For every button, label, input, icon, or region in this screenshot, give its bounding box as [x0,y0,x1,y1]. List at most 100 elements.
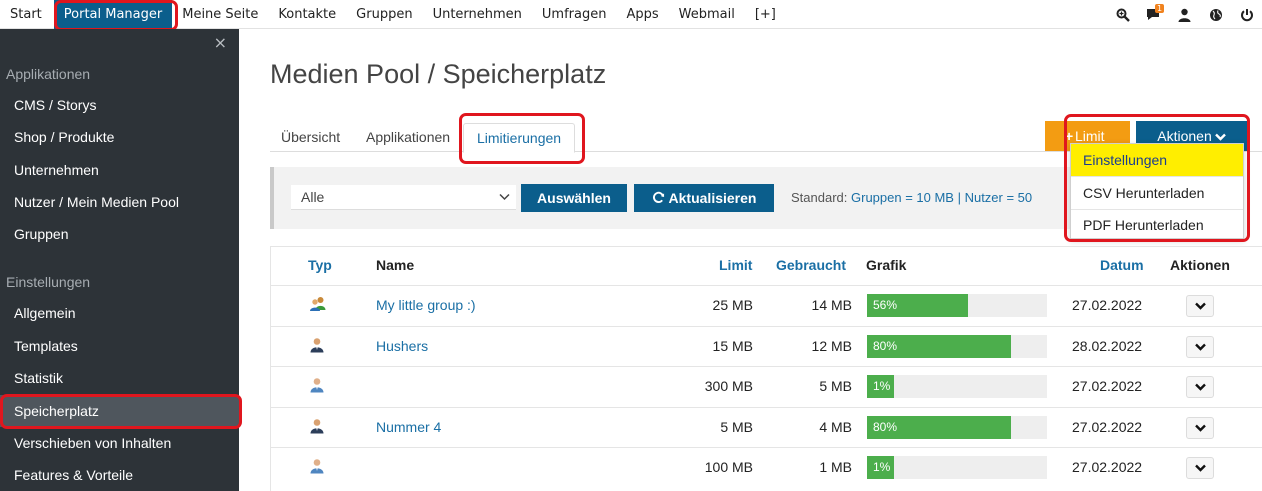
row-date: 27.02.2022 [1072,297,1143,313]
column-header-gebraucht[interactable]: Gebraucht [776,257,846,273]
chevron-down-icon [1194,464,1206,472]
column-header-limit[interactable]: Limit [719,257,752,273]
topnav-gruppen[interactable]: Gruppen [346,0,422,29]
filter-panel: Alle Auswählen Aktualisieren Standard: G… [270,167,1077,229]
sidebar-item-verschieben[interactable]: Verschieben von Inhalten [0,427,239,459]
chevron-down-icon [1194,343,1206,351]
row-name-link[interactable]: Hushers [376,327,428,367]
row-actions-button[interactable] [1186,457,1214,479]
top-icons: 1 [1107,0,1262,29]
tab-limitierungen[interactable]: Limitierungen [463,123,576,153]
aktualisieren-label: Aktualisieren [668,190,757,206]
column-header-name: Name [376,257,415,273]
sidebar-item-allgemein[interactable]: Allgemein [0,297,239,329]
auswaehlen-label: Auswählen [537,190,611,206]
power-icon[interactable] [1231,0,1262,29]
topnav-portal-manager[interactable]: Portal Manager [53,0,173,29]
tab-uebersicht[interactable]: Übersicht [281,123,340,152]
row-limit: 25 MB [712,297,753,313]
sidebar: × Applikationen CMS / Storys Shop / Prod… [0,29,239,491]
row-used: 12 MB [811,338,852,354]
usage-progress-bar: 56% [867,294,1047,317]
sidebar-section-applikationen: Applikationen [6,66,91,82]
group-icon [309,296,327,317]
row-used: 1 MB [819,459,852,475]
globe-icon[interactable] [1200,0,1231,29]
row-limit: 15 MB [712,338,753,354]
topnav-webmail[interactable]: Webmail [669,0,745,29]
chat-icon[interactable]: 1 [1138,0,1169,29]
table-row: Nummer 4 5 MB 4 MB 80% 27.02.2022 [271,407,1262,448]
row-name-link[interactable]: My little group :) [376,286,476,326]
topnav-umfragen[interactable]: Umfragen [532,0,617,29]
menu-item-csv-download[interactable]: CSV Herunterladen [1071,177,1243,209]
sidebar-item-unternehmen[interactable]: Unternehmen [0,154,239,186]
user-icon [309,458,325,479]
row-date: 28.02.2022 [1072,338,1143,354]
auswaehlen-button[interactable]: Auswählen [521,184,627,212]
sidebar-section-einstellungen: Einstellungen [6,274,91,290]
column-header-grafik: Grafik [866,257,907,273]
sidebar-item-templates[interactable]: Templates [0,330,239,362]
sidebar-item-statistik[interactable]: Statistik [0,362,239,394]
user-icon [309,337,325,358]
user-icon[interactable] [1169,0,1200,29]
topnav-meine-seite[interactable]: Meine Seite [172,0,268,29]
sidebar-item-gruppen[interactable]: Gruppen [0,218,239,250]
row-actions-button[interactable] [1186,376,1214,398]
standard-value[interactable]: Gruppen = 10 MB | Nutzer = 50 [851,190,1032,205]
top-nav-menu: Start Portal Manager Meine Seite Kontakt… [0,0,786,29]
usage-progress-fill: 56% [867,294,968,317]
usage-progress-fill: 1% [867,375,894,398]
sidebar-item-shop-produkte[interactable]: Shop / Produkte [0,121,239,153]
sidebar-item-features[interactable]: Features & Vorteile [0,459,239,491]
topnav-start[interactable]: Start [0,0,52,29]
usage-progress-bar: 1% [867,456,1047,479]
table-row: Hushers 15 MB 12 MB 80% 28.02.2022 [271,326,1262,367]
row-limit: 100 MB [704,459,753,475]
search-icon[interactable] [1107,0,1138,29]
tab-applikationen[interactable]: Applikationen [366,123,450,152]
chat-badge: 1 [1155,4,1165,13]
row-used: 14 MB [811,297,852,313]
sidebar-item-speicherplatz[interactable]: Speicherplatz [0,395,239,427]
table-row: My little group :) 25 MB 14 MB 56% 27.02.202… [271,285,1262,326]
row-date: 27.02.2022 [1072,378,1143,394]
table-row: 100 MB 1 MB 1% 27.02.2022 [271,447,1262,488]
row-actions-button[interactable] [1186,336,1214,358]
page-title: Medien Pool / Speicherplatz [270,59,607,89]
sidebar-item-nutzer-medien-pool[interactable]: Nutzer / Mein Medien Pool [0,186,239,218]
topnav-add[interactable]: [+] [745,0,786,29]
topnav-apps[interactable]: Apps [616,0,668,29]
refresh-icon [652,191,664,203]
row-date: 27.02.2022 [1072,459,1143,475]
row-used: 4 MB [819,419,852,435]
top-navigation-bar: Start Portal Manager Meine Seite Kontakt… [0,0,1262,29]
close-icon[interactable]: × [214,33,227,52]
user-icon [309,377,325,398]
topnav-unternehmen[interactable]: Unternehmen [423,0,532,29]
filter-select[interactable]: Alle [291,185,516,210]
chevron-down-icon [1194,383,1206,391]
aktualisieren-button[interactable]: Aktualisieren [634,184,774,212]
chevron-down-icon [1214,133,1226,141]
row-limit: 300 MB [704,378,753,394]
usage-progress-fill: 1% [867,456,894,479]
user-icon [309,418,325,439]
column-header-datum[interactable]: Datum [1100,257,1144,273]
filter-select-value: Alle [301,189,325,205]
menu-item-einstellungen[interactable]: Einstellungen [1071,144,1243,176]
chevron-down-icon [1194,302,1206,310]
sidebar-item-cms-storys[interactable]: CMS / Storys [0,89,239,121]
menu-item-pdf-download[interactable]: PDF Herunterladen [1071,209,1243,241]
aktionen-label: Aktionen [1157,128,1212,144]
row-actions-button[interactable] [1186,295,1214,317]
usage-progress-bar: 80% [867,416,1047,439]
limits-table: Typ Name Limit Gebraucht Grafik Datum Ak… [270,246,1262,491]
aktionen-dropdown-menu: Einstellungen CSV Herunterladen PDF Heru… [1070,143,1244,239]
column-header-typ[interactable]: Typ [308,257,332,273]
topnav-kontakte[interactable]: Kontakte [268,0,346,29]
row-actions-button[interactable] [1186,417,1214,439]
row-name-link[interactable]: Nummer 4 [376,408,441,448]
chevron-down-icon [1194,424,1206,432]
